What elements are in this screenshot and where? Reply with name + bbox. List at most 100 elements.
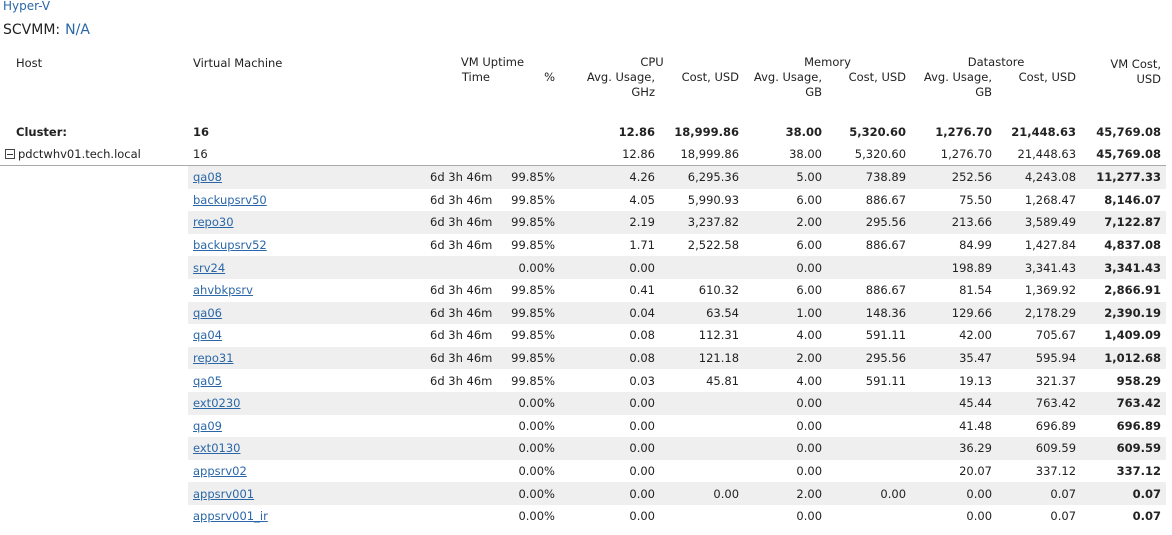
vm-cpu-cost: [660, 460, 744, 483]
vm-name-link[interactable]: backupsrv52: [193, 238, 267, 252]
vm-ds-usage: 36.29: [911, 437, 998, 460]
column-header-vm-cost[interactable]: VM Cost, USD: [1081, 56, 1166, 95]
vm-name-link[interactable]: srv24: [193, 261, 225, 275]
column-header-cpu-cost[interactable]: Cost, USD: [660, 69, 744, 108]
vm-name-link[interactable]: appsrv001_ir: [193, 509, 268, 523]
vm-time: [425, 415, 495, 438]
vm-host-cell: [0, 482, 188, 505]
vm-total-cost: 609.59: [1081, 437, 1167, 460]
vm-name-link[interactable]: backupsrv50: [193, 193, 267, 207]
vm-row: appsrv02 0.00% 0.00 0.00 20.07 337.12 337.12: [0, 459, 1166, 483]
vm-ds-cost: 1,369.92: [1024, 283, 1077, 298]
cluster-mem-usage: 38.00: [785, 124, 823, 139]
vm-name-link[interactable]: appsrv02: [193, 464, 247, 478]
vm-ds-cost: 337.12: [1035, 464, 1077, 479]
vm-cpu-cost: [660, 437, 745, 460]
vm-name-link[interactable]: repo30: [193, 215, 234, 229]
vm-name-link[interactable]: qa09: [193, 419, 222, 433]
vm-ds-usage: 213.66: [911, 211, 998, 234]
vm-ds-cost: 2,178.29: [997, 301, 1082, 325]
vm-cpu-cost: [660, 415, 744, 438]
vm-mem-cost: [827, 256, 912, 279]
cpu-usage-line2: GHz: [631, 85, 655, 99]
vm-mem-usage: 1.00: [744, 301, 828, 325]
vm-mem-usage: 0.00: [744, 256, 828, 279]
host-time: [425, 143, 495, 166]
vm-cpu-cost: 63.54: [660, 301, 745, 325]
vm-cpu-cost: 610.32: [698, 283, 740, 298]
vm-pct: 99.85%: [511, 373, 555, 388]
column-header-host[interactable]: Host: [0, 56, 188, 95]
vm-pct: 0.00%: [495, 437, 560, 460]
vm-ds-cost: 0.07: [1050, 509, 1077, 524]
vm-name-link[interactable]: qa05: [193, 374, 222, 388]
vm-host-cell: [0, 301, 188, 325]
vm-cpu-usage: 0.08: [629, 328, 655, 343]
column-header-mem-usage[interactable]: Avg. Usage, GB: [744, 69, 827, 108]
vm-name-link[interactable]: ext0230: [193, 396, 240, 410]
vm-time: 6d 3h 46m: [425, 301, 495, 325]
vm-mem-cost: 738.89: [827, 165, 912, 189]
vm-mem-usage: 2.00: [744, 482, 828, 505]
vm-cpu-usage: 4.05: [629, 192, 655, 207]
vm-name-cell: appsrv001: [188, 482, 425, 505]
vm-name-link[interactable]: qa04: [193, 328, 222, 342]
column-header-ds-usage[interactable]: Avg. Usage, GB: [911, 69, 997, 108]
vm-ds-cost: 763.42: [997, 391, 1082, 415]
collapse-icon[interactable]: [5, 149, 15, 159]
column-header-time[interactable]: Time: [425, 69, 495, 108]
vm-row: repo30 6d 3h 46m 99.85% 2.19 3,237.82 2.00 295…: [0, 211, 1167, 234]
vm-pct: 99.85%: [495, 346, 560, 370]
column-header-cpu-usage[interactable]: Avg. Usage, GHz: [560, 69, 660, 108]
vm-mem-usage: 0.00: [744, 437, 828, 460]
vm-time: [425, 391, 495, 415]
host-ds-usage: 1,276.70: [911, 143, 998, 166]
vm-total-cost: 337.12: [1116, 464, 1162, 479]
vm-cpu-cost: [660, 256, 745, 279]
vm-name-link[interactable]: repo31: [193, 351, 234, 365]
vm-ds-cost: 595.94: [997, 346, 1082, 370]
column-header-mem-cost[interactable]: Cost, USD: [827, 69, 911, 108]
vm-cpu-usage: 0.03: [629, 373, 655, 388]
vm-pct: 99.85%: [511, 283, 555, 298]
vm-name-cell: repo31: [188, 346, 425, 370]
vm-cpu-usage: 2.19: [560, 211, 660, 234]
vm-mem-usage: 4.00: [796, 373, 823, 388]
vm-cpu-cost: [660, 505, 744, 528]
vm-cpu-cost: 6,295.36: [660, 165, 745, 189]
vm-pct: 0.00%: [518, 509, 555, 524]
vm-cpu-cost: 0.00: [660, 482, 745, 505]
vm-cpu-usage: 0.00: [560, 391, 660, 415]
vm-ds-usage: 41.48: [959, 418, 993, 433]
vm-row: ahvbkpsrv 6d 3h 46m 99.85% 0.41 610.32 6.00 88…: [0, 278, 1166, 302]
vm-name-link[interactable]: ahvbkpsrv: [193, 283, 253, 297]
vm-total-cost: 11,277.33: [1081, 165, 1167, 189]
cluster-cpu-usage: 12.86: [618, 124, 655, 139]
vm-name-link[interactable]: appsrv001: [193, 487, 254, 501]
vm-name-cell: qa04: [188, 324, 425, 347]
vm-host-cell: [0, 233, 188, 257]
vm-cpu-usage: 0.04: [560, 301, 660, 325]
vm-time: 6d 3h 46m: [425, 346, 495, 370]
vm-name-link[interactable]: qa06: [193, 306, 222, 320]
column-header-pct[interactable]: %: [495, 69, 560, 108]
vm-cpu-cost: [660, 391, 745, 415]
vm-mem-cost: 0.00: [827, 482, 912, 505]
vm-pct: 99.85%: [495, 301, 560, 325]
vm-pct: 99.85%: [495, 211, 560, 234]
vm-ds-cost: 321.37: [1035, 373, 1077, 388]
vm-pct: 0.00%: [495, 256, 560, 279]
column-header-ds-cost[interactable]: Cost, USD: [997, 69, 1081, 108]
cluster-cpu-cost: 18,999.86: [674, 124, 740, 139]
column-header-vm[interactable]: Virtual Machine: [188, 56, 425, 95]
vm-time: [425, 482, 495, 505]
vm-cpu-usage: 0.00: [629, 418, 655, 433]
vm-name-link[interactable]: qa08: [193, 170, 222, 184]
breadcrumb[interactable]: Hyper-V: [3, 0, 50, 13]
vm-total-cost: 763.42: [1081, 391, 1167, 415]
host-cell[interactable]: pdctwhv01.tech.local: [0, 143, 188, 166]
vm-host-cell: [0, 324, 188, 347]
mem-usage-line1: Avg. Usage,: [753, 70, 823, 84]
vm-total-cost: 958.29: [1116, 373, 1162, 388]
vm-name-link[interactable]: ext0130: [193, 441, 240, 455]
